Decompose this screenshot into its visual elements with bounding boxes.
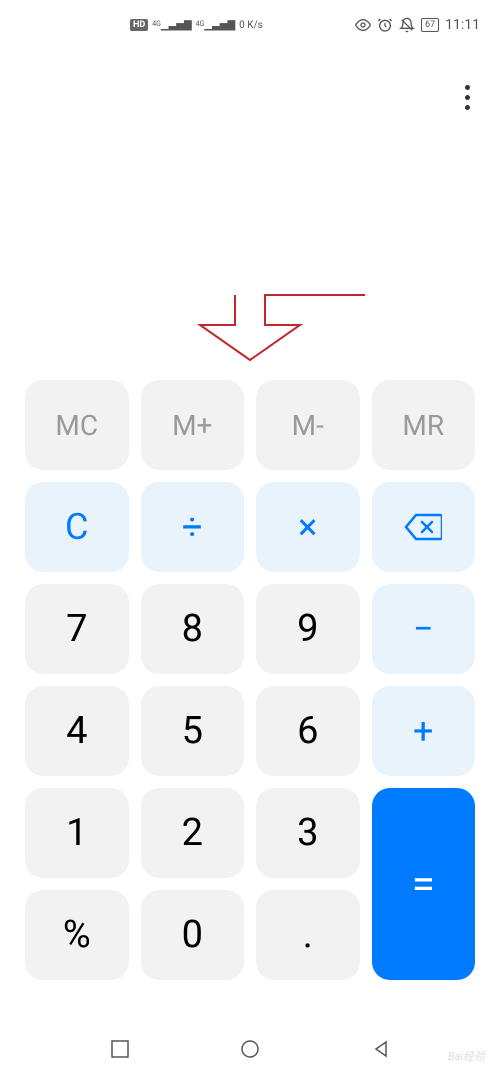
clear-button[interactable]: C (25, 482, 129, 572)
eye-icon (355, 17, 371, 33)
mplus-button[interactable]: M+ (141, 380, 245, 470)
battery-icon: 67 (421, 18, 439, 32)
signal-icon-2: 4G▁▃▅▇ (196, 20, 235, 31)
alarm-icon (377, 17, 393, 33)
backspace-icon (404, 513, 442, 541)
zero-button[interactable]: 0 (141, 890, 245, 980)
four-button[interactable]: 4 (25, 686, 129, 776)
multiply-button[interactable]: × (256, 482, 360, 572)
three-button[interactable]: 3 (256, 788, 360, 878)
recent-apps-button[interactable] (109, 1038, 131, 1060)
watermark: Bai经验 (448, 1048, 485, 1064)
five-button[interactable]: 5 (141, 686, 245, 776)
status-bar: HD 4G▁▃▅▇ 4G▁▃▅▇ 0 K/s 67 11:11 (0, 0, 500, 50)
status-right: 67 11:11 (355, 17, 480, 33)
more-menu-icon[interactable] (465, 85, 470, 110)
backspace-button[interactable] (372, 482, 476, 572)
equals-button[interactable]: = (372, 788, 476, 980)
mc-button[interactable]: MC (25, 380, 129, 470)
mute-icon (399, 17, 415, 33)
navigation-bar (0, 1029, 500, 1069)
one-button[interactable]: 1 (25, 788, 129, 878)
calculator-display (0, 50, 500, 380)
six-button[interactable]: 6 (256, 686, 360, 776)
hd-badge: HD (130, 19, 148, 31)
seven-button[interactable]: 7 (25, 584, 129, 674)
nine-button[interactable]: 9 (256, 584, 360, 674)
minus-button[interactable]: − (372, 584, 476, 674)
network-speed: 0 K/s (239, 20, 263, 31)
signal-icon-1: 4G▁▃▅▇ (152, 20, 191, 31)
status-left: HD 4G▁▃▅▇ 4G▁▃▅▇ 0 K/s (130, 19, 263, 31)
plus-button[interactable]: + (372, 686, 476, 776)
two-button[interactable]: 2 (141, 788, 245, 878)
back-button[interactable] (370, 1038, 392, 1060)
mminus-button[interactable]: M- (256, 380, 360, 470)
decimal-button[interactable]: . (256, 890, 360, 980)
home-button[interactable] (239, 1038, 261, 1060)
eight-button[interactable]: 8 (141, 584, 245, 674)
calculator-keypad: MC M+ M- MR C ÷ × 7 8 9 − 4 5 6 + 1 2 3 … (0, 380, 500, 980)
percent-button[interactable]: % (25, 890, 129, 980)
mr-button[interactable]: MR (372, 380, 476, 470)
divide-button[interactable]: ÷ (141, 482, 245, 572)
status-time: 11:11 (445, 17, 480, 33)
